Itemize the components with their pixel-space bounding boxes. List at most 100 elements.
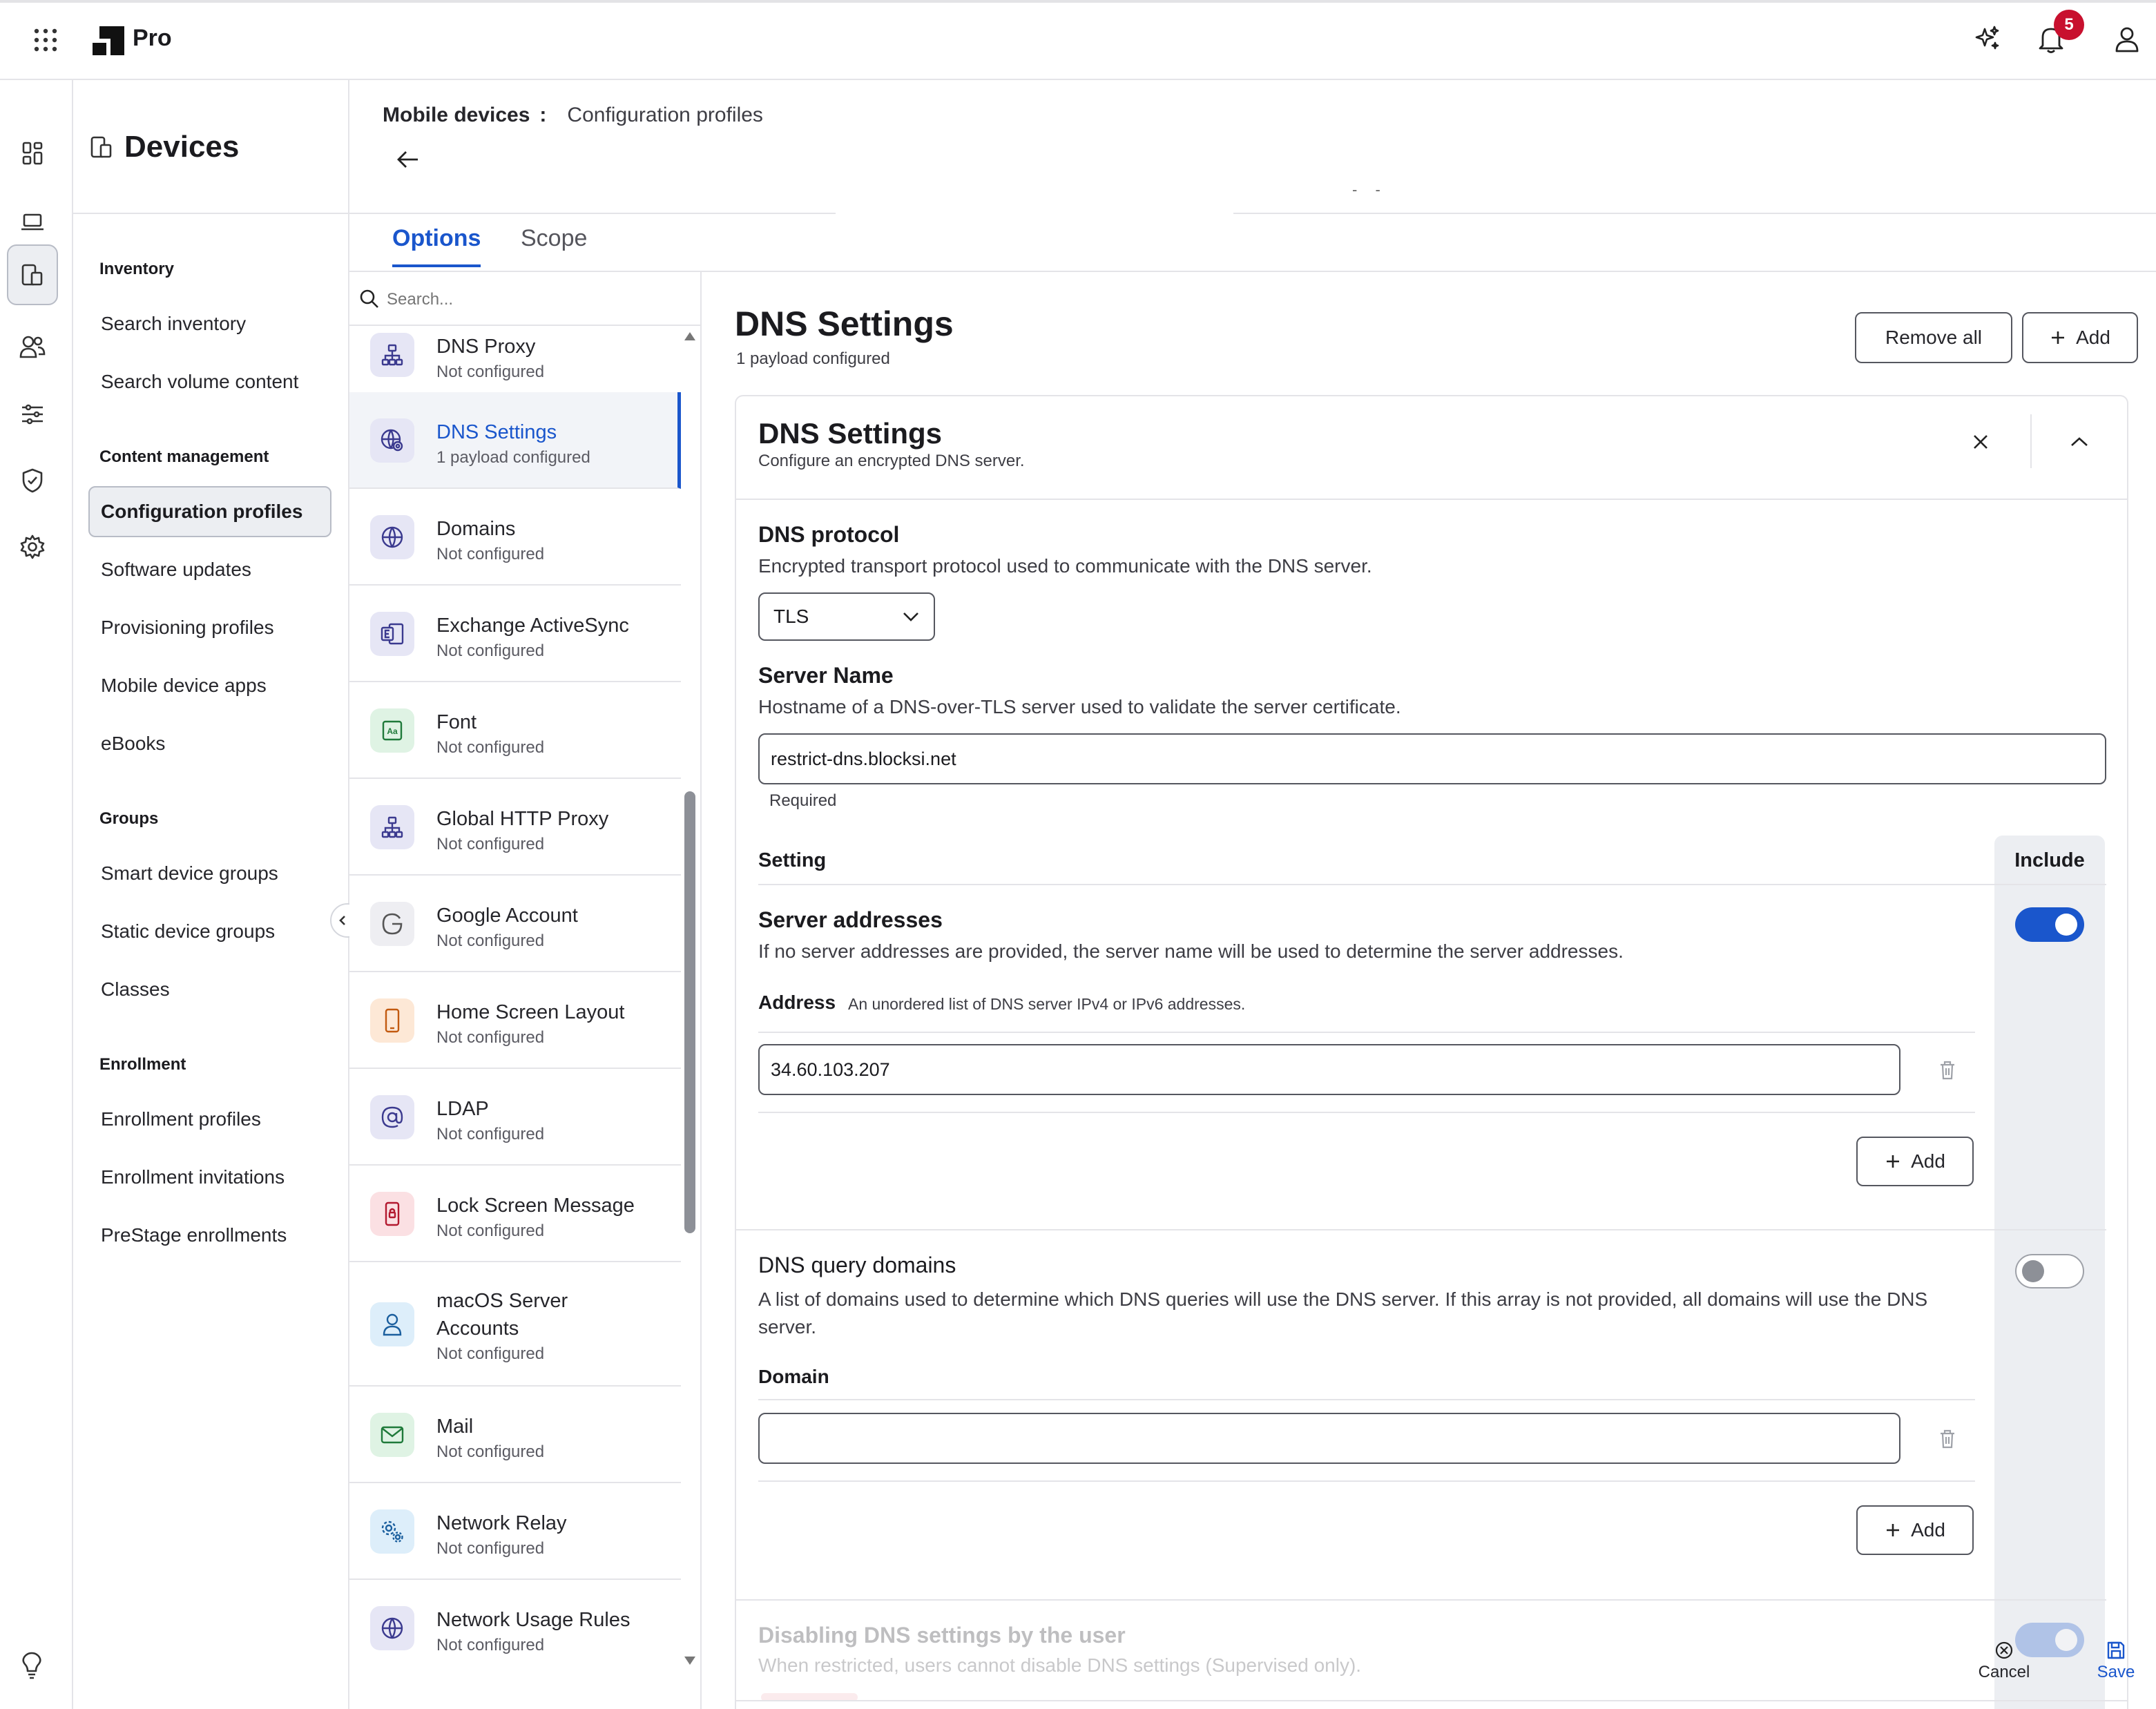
payload-name: Network Usage Rules <box>436 1609 631 1631</box>
page-title: DNS Settings <box>735 305 954 343</box>
trash-icon[interactable] <box>1939 1061 1956 1083</box>
payload-name-line2: Accounts <box>436 1317 519 1340</box>
payload-item-mail[interactable]: Mail Not configured <box>349 1387 681 1483</box>
cancel-button[interactable]: Cancel <box>1971 1641 2037 1682</box>
nav-item-enrollment-invitations[interactable]: Enrollment invitations <box>88 1152 331 1203</box>
payload-item-network-usage-rules[interactable]: Network Usage Rules Not configured <box>349 1580 681 1672</box>
nav-item-mobile-device-apps[interactable]: Mobile device apps <box>88 660 331 711</box>
dns-protocol-description: Encrypted transport protocol used to com… <box>758 555 1372 577</box>
payload-item-exchange-activesync[interactable]: Exchange ActiveSync Not configured <box>349 586 681 682</box>
nav-item-search-inventory[interactable]: Search inventory <box>88 298 331 349</box>
shield-icon[interactable] <box>7 450 58 511</box>
server-name-description: Hostname of a DNS-over-TLS server used t… <box>758 696 1401 717</box>
toggle-knob <box>2022 1260 2044 1282</box>
brand-name: Pro <box>133 25 172 51</box>
payload-name: macOS Server <box>436 1290 568 1312</box>
gear-icon[interactable] <box>7 516 58 577</box>
save-button[interactable]: Save <box>2088 1641 2144 1682</box>
nav-section-inventory: Inventory <box>99 260 175 278</box>
dns-protocol-label: DNS protocol <box>758 522 900 547</box>
add-address-button[interactable]: Add <box>1856 1137 1974 1186</box>
globe-icon <box>370 1606 414 1650</box>
payload-item-google-account[interactable]: Google Account Not configured <box>349 876 681 972</box>
trash-icon[interactable] <box>1939 1429 1956 1452</box>
domain-input[interactable] <box>758 1413 1900 1464</box>
nav-item-smart-device-groups[interactable]: Smart device groups <box>88 848 331 899</box>
server-name-input[interactable] <box>758 733 2106 784</box>
add-payload-button[interactable]: Add <box>2022 312 2138 363</box>
nav-item-provisioning-profiles[interactable]: Provisioning profiles <box>88 602 331 653</box>
payload-item-global-http-proxy[interactable]: Global HTTP Proxy Not configured <box>349 779 681 876</box>
chevron-up-icon[interactable] <box>2069 435 2090 449</box>
page-subtitle: 1 payload configured <box>736 349 890 368</box>
nav-item-classes[interactable]: Classes <box>88 964 331 1015</box>
nav-item-ebooks[interactable]: eBooks <box>88 718 331 769</box>
add-domain-button[interactable]: Add <box>1856 1505 1974 1555</box>
svg-text:Aa: Aa <box>387 726 398 736</box>
nav-item-configuration-profiles[interactable]: Configuration profiles <box>88 486 331 537</box>
dash-mark: - - <box>1352 181 1387 198</box>
dashboard-icon[interactable] <box>7 123 58 184</box>
breadcrumb-parent[interactable]: Mobile devices <box>383 104 530 127</box>
divider <box>736 1599 2106 1601</box>
add-label: Add <box>2076 327 2110 348</box>
apps-grid-icon[interactable] <box>33 28 58 52</box>
toggle-knob <box>2055 914 2077 936</box>
computer-icon[interactable] <box>7 192 58 253</box>
tab-options[interactable]: Options <box>392 225 481 267</box>
payload-item-ldap[interactable]: LDAP Not configured <box>349 1069 681 1166</box>
ai-sparkle-icon[interactable] <box>1974 25 2001 52</box>
mail-icon <box>370 1413 414 1457</box>
person-icon <box>370 1302 414 1346</box>
notification-count-badge[interactable]: 5 <box>2054 10 2084 40</box>
nav-item-static-device-groups[interactable]: Static device groups <box>88 906 331 957</box>
payload-item-font[interactable]: Aa Font Not configured <box>349 682 681 779</box>
nav-item-software-updates[interactable]: Software updates <box>88 544 331 595</box>
lightbulb-icon[interactable] <box>21 1652 43 1679</box>
divider <box>758 1032 1975 1033</box>
chevron-down-icon <box>903 612 918 621</box>
save-label: Save <box>2097 1663 2135 1681</box>
nav-item-search-volume-content[interactable]: Search volume content <box>88 356 331 407</box>
dns-query-domains-include-toggle[interactable] <box>2015 1254 2084 1288</box>
payload-item-home-screen-layout[interactable]: Home Screen Layout Not configured <box>349 972 681 1069</box>
scroll-down-icon[interactable] <box>684 1656 696 1665</box>
close-icon[interactable] <box>1971 432 1990 452</box>
payload-status: Not configured <box>436 835 545 853</box>
search-icon <box>359 289 380 309</box>
payload-item-lock-screen-message[interactable]: Lock Screen Message Not configured <box>349 1166 681 1262</box>
breadcrumb-separator: : <box>539 104 547 126</box>
payload-item-dns-settings[interactable]: DNS Settings 1 payload configured <box>349 392 681 489</box>
server-addresses-include-toggle[interactable] <box>2015 907 2084 942</box>
payload-item-domains[interactable]: Domains Not configured <box>349 489 681 586</box>
settings-sliders-icon[interactable] <box>7 384 58 445</box>
scrollbar-thumb[interactable] <box>684 791 695 1233</box>
nav-item-prestage-enrollments[interactable]: PreStage enrollments <box>88 1210 331 1261</box>
payload-name: Network Relay <box>436 1512 567 1534</box>
brand-logo <box>93 26 124 55</box>
user-account-icon[interactable] <box>2115 26 2139 52</box>
divider <box>2030 414 2032 468</box>
save-icon <box>2107 1641 2125 1659</box>
add-label: Add <box>1911 1150 1945 1172</box>
payload-search-input[interactable] <box>387 284 691 315</box>
payload-item-macos-server-accounts[interactable]: macOS Server Accounts Not configured <box>349 1262 681 1387</box>
mobile-devices-icon[interactable] <box>7 244 58 305</box>
plus-icon <box>2052 331 2065 344</box>
remove-all-button[interactable]: Remove all <box>1855 312 2012 363</box>
back-arrow-icon[interactable] <box>396 149 420 170</box>
address-input[interactable] <box>758 1044 1900 1095</box>
nav-section-groups: Groups <box>99 809 159 828</box>
server-addresses-label: Server addresses <box>758 907 943 932</box>
network-tree-icon <box>370 333 414 377</box>
payload-name: DNS Proxy <box>436 336 536 358</box>
payload-name: Exchange ActiveSync <box>436 615 629 637</box>
nav-item-enrollment-profiles[interactable]: Enrollment profiles <box>88 1094 331 1145</box>
remove-all-label: Remove all <box>1885 327 1983 348</box>
users-icon[interactable] <box>7 316 58 377</box>
plus-icon <box>1887 1155 1900 1168</box>
scroll-up-icon[interactable] <box>684 331 696 341</box>
payload-item-network-relay[interactable]: Network Relay Not configured <box>349 1483 681 1580</box>
dns-protocol-select[interactable]: TLS <box>758 592 935 641</box>
tab-scope[interactable]: Scope <box>521 225 587 264</box>
